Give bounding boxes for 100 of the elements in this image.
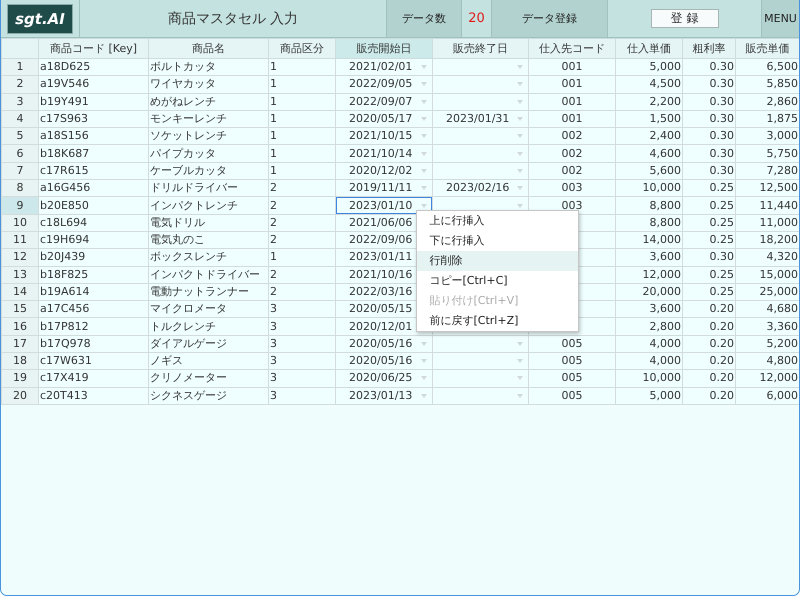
table-cell: 1 — [270, 77, 277, 90]
row-header[interactable]: 14 — [2, 283, 38, 301]
table-cell: 20,000 — [642, 285, 681, 298]
table-cell: c18L694 — [40, 216, 88, 229]
dropdown-arrow-icon[interactable] — [517, 359, 523, 364]
dropdown-arrow-icon[interactable] — [517, 134, 523, 138]
table-cell: 0.25 — [710, 233, 734, 246]
menu-item[interactable]: 前に戻す[Ctrl+Z] — [416, 311, 578, 332]
row-header[interactable]: 6 — [2, 144, 38, 162]
dropdown-arrow-icon[interactable] — [421, 152, 427, 156]
table-cell: 2,200 — [650, 94, 681, 108]
app-logo: sgt.AI — [7, 4, 73, 34]
dropdown-arrow-icon[interactable] — [421, 168, 427, 173]
row-header[interactable]: 17 — [2, 335, 38, 353]
row-header[interactable]: 19 — [2, 370, 38, 388]
table-cell: 電気ドリル — [150, 216, 205, 229]
table-cell: 002 — [562, 164, 582, 177]
table-cell: 2020/05/15 — [349, 302, 412, 316]
table-cell: a17C456 — [40, 302, 90, 316]
column-header[interactable]: 仕入先コード — [528, 38, 616, 58]
row-header[interactable]: 3 — [2, 93, 38, 110]
row-header[interactable]: 2 — [2, 76, 38, 94]
table-cell: モンキーレンチ — [150, 112, 227, 126]
table-cell: 2022/09/07 — [349, 94, 412, 109]
dropdown-arrow-icon[interactable] — [421, 204, 427, 208]
table-cell: 2020/06/25 — [349, 371, 412, 386]
dropdown-arrow-icon[interactable] — [421, 134, 427, 138]
row-header[interactable]: 11 — [2, 231, 38, 249]
column-header[interactable]: 商品区分 — [268, 38, 336, 58]
dropdown-arrow-icon[interactable] — [517, 186, 523, 190]
table-cell: 0.30 — [710, 129, 734, 142]
dropdown-arrow-icon[interactable] — [517, 82, 523, 86]
column-header[interactable]: 粗利率 — [682, 38, 736, 58]
dropdown-arrow-icon[interactable] — [517, 376, 523, 380]
row-header[interactable]: 9 — [2, 196, 38, 214]
table-cell: b19A614 — [40, 285, 90, 298]
table-cell: 2,800 — [650, 320, 681, 333]
table-cell: c17R615 — [40, 164, 89, 177]
column-header[interactable]: 商品名 — [148, 38, 268, 58]
table-cell: 2020/05/17 — [349, 112, 412, 126]
table-cell: 002 — [562, 146, 582, 160]
dropdown-arrow-icon[interactable] — [517, 117, 523, 122]
row-header[interactable]: 12 — [2, 248, 38, 266]
column-header[interactable]: 販売単価 — [736, 38, 799, 58]
dropdown-arrow-icon[interactable] — [421, 100, 427, 104]
row-header[interactable]: 5 — [2, 128, 38, 145]
table-cell: 3,600 — [650, 302, 681, 316]
table-cell: 1 — [270, 129, 277, 142]
row-header[interactable]: 18 — [2, 352, 38, 370]
menu-button[interactable]: MENU — [761, 0, 799, 37]
dropdown-arrow-icon[interactable] — [421, 82, 427, 86]
table-cell: 0.30 — [710, 112, 734, 126]
table-cell: パイプカッタ — [150, 146, 216, 160]
column-header[interactable]: 仕入単価 — [616, 38, 682, 58]
table-cell: c17S963 — [40, 112, 88, 126]
table-cell: 001 — [562, 60, 582, 74]
row-header[interactable]: 15 — [2, 300, 38, 318]
dropdown-arrow-icon[interactable] — [421, 186, 427, 190]
dropdown-arrow-icon[interactable] — [517, 204, 523, 208]
dropdown-arrow-icon[interactable] — [517, 342, 523, 346]
column-header[interactable]: 販売開始日 — [336, 38, 432, 58]
dropdown-arrow-icon[interactable] — [421, 376, 427, 380]
table-cell: c17X419 — [40, 371, 89, 384]
column-header[interactable]: 商品コード [Key] — [38, 38, 148, 58]
row-header[interactable]: 8 — [2, 180, 38, 197]
dropdown-arrow-icon[interactable] — [517, 168, 523, 173]
menu-item[interactable]: 下に行挿入 — [416, 231, 578, 252]
dropdown-arrow-icon[interactable] — [421, 394, 427, 398]
data-count: 20 — [468, 11, 485, 26]
row-header[interactable]: 20 — [2, 387, 38, 404]
table-cell: 0.25 — [710, 181, 734, 194]
table-cell: 1,875 — [766, 112, 798, 126]
row-header[interactable]: 13 — [2, 266, 38, 284]
row-header[interactable]: 16 — [2, 318, 38, 336]
dropdown-arrow-icon[interactable] — [517, 65, 523, 70]
dropdown-arrow-icon[interactable] — [421, 359, 427, 364]
table-cell: 0.25 — [710, 268, 734, 281]
row-header[interactable]: 1 — [2, 58, 38, 76]
row-header[interactable]: 10 — [2, 214, 38, 232]
table-cell: 2023/02/16 — [446, 181, 510, 196]
menu-item[interactable]: コピー[Ctrl+C] — [416, 271, 578, 292]
table-cell: 3,600 — [650, 250, 681, 264]
table-cell: インパクトレンチ — [150, 198, 238, 212]
register-button[interactable]: 登 録 — [650, 9, 718, 28]
row-header[interactable]: 4 — [2, 110, 38, 128]
table-cell: ドリルドライバー — [150, 181, 238, 194]
column-header[interactable]: 販売終了日 — [432, 38, 528, 58]
table-cell: a18S156 — [40, 129, 89, 142]
table-cell: 電気丸のこ — [150, 233, 205, 246]
dropdown-arrow-icon[interactable] — [517, 394, 523, 398]
dropdown-arrow-icon[interactable] — [421, 117, 427, 122]
dropdown-arrow-icon[interactable] — [421, 65, 427, 70]
menu-item[interactable]: 行削除 — [416, 251, 578, 272]
table-cell: 2022/03/16 — [349, 285, 412, 299]
row-header[interactable]: 7 — [2, 162, 38, 180]
table-cell: c20T413 — [40, 388, 88, 402]
dropdown-arrow-icon[interactable] — [421, 342, 427, 346]
dropdown-arrow-icon[interactable] — [517, 100, 523, 104]
dropdown-arrow-icon[interactable] — [517, 152, 523, 156]
table-cell: シクネスゲージ — [150, 388, 227, 402]
